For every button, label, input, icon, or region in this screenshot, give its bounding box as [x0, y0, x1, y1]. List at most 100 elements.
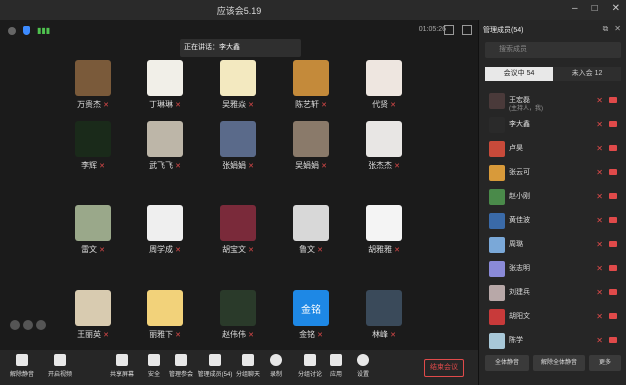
camera-off-icon[interactable]	[609, 265, 617, 271]
participant-tile[interactable]: 陈艺轩 ✕	[276, 60, 346, 110]
participant-tile[interactable]: 周学成 ✕	[130, 205, 200, 255]
maximize-icon[interactable]: □	[592, 3, 598, 14]
participant-tile[interactable]: 吴雅焱 ✕	[203, 60, 273, 110]
video-button[interactable]: 开启视频	[40, 354, 80, 378]
participant-avatar	[147, 290, 183, 326]
member-row[interactable]: 黄佳波 ✕	[479, 210, 626, 234]
mic-off-icon[interactable]: ✕	[596, 264, 603, 273]
member-row[interactable]: 王宏磊 (主持人，我) ✕	[479, 90, 626, 114]
participant-tile[interactable]: 李辉 ✕	[58, 121, 128, 171]
participant-tile[interactable]: 胡宝文 ✕	[203, 205, 273, 255]
close-icon[interactable]: ✕	[612, 3, 620, 14]
chat-bubble-icon[interactable]	[23, 320, 33, 330]
mute-all-button[interactable]: 全体静音	[485, 355, 529, 371]
member-row[interactable]: 周璐 ✕	[479, 234, 626, 258]
camera-off-icon[interactable]	[609, 313, 617, 319]
participant-name-text: 代贤	[372, 100, 389, 109]
window-title: 应该会5.19	[216, 6, 262, 16]
mic-off-icon[interactable]: ✕	[596, 240, 603, 249]
participant-name: 胡宝文 ✕	[203, 244, 273, 255]
participant-tile[interactable]: 雷文 ✕	[58, 205, 128, 255]
member-search-input[interactable]: 搜索成员	[485, 42, 621, 58]
participant-tile[interactable]: 丽雅下 ✕	[130, 290, 200, 340]
participant-tile[interactable]: 张娟娟 ✕	[203, 121, 273, 171]
participant-name: 李辉 ✕	[58, 160, 128, 171]
participant-name-text: 鲁文	[299, 245, 316, 254]
member-row[interactable]: 李大鑫 ✕	[479, 114, 626, 138]
camera-off-icon[interactable]	[609, 337, 617, 343]
member-row[interactable]: 赵小刚 ✕	[479, 186, 626, 210]
camera-off-icon[interactable]	[609, 169, 617, 175]
participant-tile[interactable]: 张杰杰 ✕	[349, 121, 419, 171]
participant-tile[interactable]: 万贵杰 ✕	[58, 60, 128, 110]
mic-off-icon: ✕	[317, 332, 323, 339]
minimize-icon[interactable]: –	[572, 3, 578, 14]
mic-off-icon[interactable]: ✕	[596, 312, 603, 321]
member-row[interactable]: 胡阳文 ✕	[479, 306, 626, 330]
collapse-icon[interactable]	[36, 320, 46, 330]
member-row[interactable]: 张云可 ✕	[479, 162, 626, 186]
member-row[interactable]: 陈学 ✕	[479, 330, 626, 354]
participant-tile[interactable]: 林峰 ✕	[349, 290, 419, 340]
participant-tile[interactable]: 武飞飞 ✕	[130, 121, 200, 171]
camera-off-icon[interactable]	[609, 289, 617, 295]
participant-avatar	[293, 121, 329, 157]
emoji-icon[interactable]	[10, 320, 20, 330]
participant-name: 丽雅下 ✕	[130, 329, 200, 340]
mic-off-icon: ✕	[248, 332, 254, 339]
avatar	[489, 189, 505, 205]
panel-close-icon[interactable]: ✕	[614, 24, 621, 34]
participant-name: 金铭 ✕	[276, 329, 346, 340]
member-row[interactable]: 张志明 ✕	[479, 258, 626, 282]
panel-title: 管理成员(54)	[483, 27, 524, 34]
more-button[interactable]: 更多	[589, 355, 621, 371]
mic-off-icon[interactable]: ✕	[596, 120, 603, 129]
mic-off-icon: ✕	[390, 102, 396, 109]
member-row[interactable]: 刘建兵 ✕	[479, 282, 626, 306]
participant-avatar	[220, 60, 256, 96]
mic-off-icon[interactable]: ✕	[596, 336, 603, 345]
mic-off-icon[interactable]: ✕	[596, 216, 603, 225]
member-row[interactable]: 卢昊 ✕	[479, 138, 626, 162]
mic-off-icon: ✕	[390, 332, 396, 339]
settings-button[interactable]: 设置	[343, 354, 383, 378]
participant-tile[interactable]: 吴娟娟 ✕	[276, 121, 346, 171]
end-meeting-button[interactable]: 结束会议	[424, 359, 464, 377]
tab-in-meeting[interactable]: 会议中 54	[485, 67, 553, 81]
participant-tile[interactable]: 金铭 金铭 ✕	[276, 290, 346, 340]
participant-name-text: 赵伟伟	[222, 330, 247, 339]
camera-off-icon	[54, 354, 66, 366]
member-name: 胡阳文	[509, 313, 530, 320]
participant-avatar	[366, 290, 402, 326]
unmute-all-button[interactable]: 解除全体静音	[533, 355, 585, 371]
mic-off-icon[interactable]: ✕	[596, 288, 603, 297]
participant-avatar	[220, 205, 256, 241]
mute-button[interactable]: 解除静音	[2, 354, 42, 378]
tab-not-joined[interactable]: 未入会 12	[553, 67, 621, 81]
mic-off-icon[interactable]: ✕	[596, 96, 603, 105]
camera-off-icon[interactable]	[609, 193, 617, 199]
avatar	[489, 285, 505, 301]
camera-off-icon[interactable]	[609, 121, 617, 127]
participant-name: 万贵杰 ✕	[58, 99, 128, 110]
mic-off-icon[interactable]: ✕	[596, 144, 603, 153]
bottom-toolbar: 解除静音 开启视频 共享屏幕 安全 管理参会 管理成员(54) 分组聊天 录制 …	[0, 350, 478, 385]
popout-icon[interactable]: ⧉	[603, 24, 609, 34]
mic-off-icon[interactable]: ✕	[596, 168, 603, 177]
mic-off-icon	[16, 354, 28, 366]
participant-tile[interactable]: 代贤 ✕	[349, 60, 419, 110]
mic-off-icon: ✕	[248, 163, 254, 170]
participant-name: 林峰 ✕	[349, 329, 419, 340]
camera-off-icon[interactable]	[609, 145, 617, 151]
participant-avatar	[293, 205, 329, 241]
camera-off-icon[interactable]	[609, 217, 617, 223]
mic-off-icon[interactable]: ✕	[596, 192, 603, 201]
camera-off-icon[interactable]	[609, 241, 617, 247]
participant-tile[interactable]: 胡雅雅 ✕	[349, 205, 419, 255]
participant-tile[interactable]: 鲁文 ✕	[276, 205, 346, 255]
participant-tile[interactable]: 王丽英 ✕	[58, 290, 128, 340]
participant-tile[interactable]: 赵伟伟 ✕	[203, 290, 273, 340]
participant-tile[interactable]: 丁琳琳 ✕	[130, 60, 200, 110]
camera-off-icon[interactable]	[609, 97, 617, 103]
panel-actions: 全体静音 解除全体静音 更多	[479, 355, 626, 371]
